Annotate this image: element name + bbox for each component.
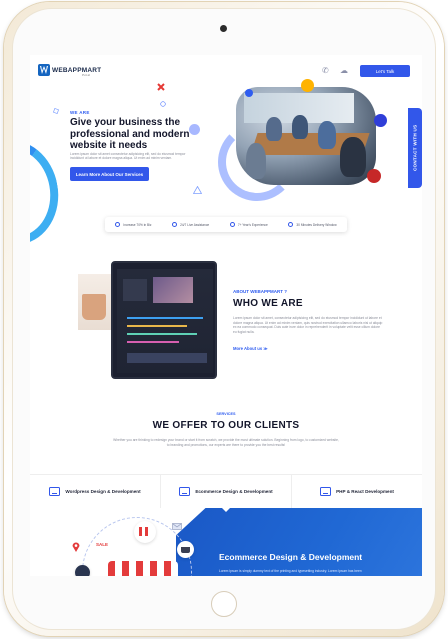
mail-icon — [172, 523, 182, 530]
about-eyebrow: ABOUT WEBAPPMART ? — [233, 289, 287, 294]
tab-wordpress[interactable]: Wordpress Design & Development — [30, 475, 161, 508]
cart-icon — [179, 487, 191, 496]
learn-more-button[interactable]: Learn More About Our Services — [70, 167, 149, 181]
stat-item: Increase 70% in Biz — [115, 222, 151, 227]
services-tabs: Wordpress Design & Development Ecommerce… — [30, 474, 422, 512]
logo[interactable]: WEBAPPMART — [38, 64, 101, 76]
hero-title: Give your business the professional and … — [70, 117, 190, 151]
monitor-photo — [111, 261, 217, 379]
phone-icon[interactable]: ✆ — [322, 66, 329, 75]
more-about-us-link[interactable]: More About us ≫ — [233, 346, 268, 351]
award-icon — [229, 222, 235, 227]
chat-icon[interactable]: ☁ — [340, 66, 348, 75]
stats-bar: Increase 70% in Biz 24/7 Live Assistance… — [105, 217, 347, 232]
about-description: Lorem ipsum dolor sit amet, consectetur … — [233, 316, 383, 334]
hero-eyebrow: WE ARE — [70, 110, 90, 115]
blue-dot-decoration — [374, 114, 387, 127]
triangle-decoration-icon — [193, 186, 202, 194]
tab-php-react[interactable]: PHP & React Development — [292, 475, 422, 508]
basket-icon — [177, 541, 194, 558]
blue-dot-decoration — [245, 89, 253, 97]
hero-description: Lorem ipsum dolor sit amet consectetur a… — [70, 152, 186, 161]
services-description: Whether you are thinking to redesign you… — [113, 438, 339, 447]
arc-decoration — [30, 132, 67, 253]
yellow-dot-decoration — [301, 79, 314, 92]
code-icon — [320, 487, 332, 496]
about-title: WHO WE ARE — [233, 298, 303, 309]
shop-icon — [75, 565, 90, 576]
clock-icon — [288, 222, 294, 227]
logo-text: WEBAPPMART — [52, 66, 102, 74]
service-panel-text: Lorem Ipsum is simply dummy text of the … — [219, 569, 362, 573]
store-icon — [134, 521, 156, 543]
cross-decoration-icon — [157, 83, 165, 91]
diamond-decoration-icon — [160, 101, 166, 107]
location-pin-icon — [72, 542, 80, 552]
website-screen: WEBAPPMART Pvt Ltd ✆ ☁ Let's Talk WE ARE… — [30, 55, 422, 576]
contact-with-us-tab[interactable]: CONTACT WITH US — [408, 108, 422, 188]
logo-icon — [38, 64, 50, 76]
mug-photo — [78, 274, 114, 330]
wordpress-icon — [49, 487, 61, 496]
service-panel-title: Ecommerce Design & Development — [219, 552, 363, 562]
sale-tag: SALE — [96, 542, 109, 547]
stat-item: 24/7 Live Assistance — [172, 222, 209, 227]
hero-team-photo — [236, 87, 376, 185]
chart-icon — [115, 222, 121, 227]
stat-item: 30 Minutes Delivery Window — [288, 222, 337, 227]
panel-blue-background — [176, 508, 422, 576]
services-eyebrow: SERVICES — [216, 412, 236, 416]
lets-talk-button[interactable]: Let's Talk — [360, 65, 410, 77]
stat-item: 7+ Year's Experience — [229, 222, 268, 227]
logo-subtitle: Pvt Ltd — [82, 74, 90, 77]
services-title: WE OFFER TO OUR CLIENTS — [152, 420, 300, 431]
headset-icon — [172, 222, 178, 227]
camera-icon — [220, 25, 227, 32]
home-button[interactable] — [211, 591, 237, 617]
store-awning — [108, 561, 178, 576]
tab-ecommerce[interactable]: Ecommerce Design & Development — [161, 475, 292, 512]
square-decoration-icon — [53, 108, 59, 114]
red-dot-decoration — [367, 169, 381, 183]
